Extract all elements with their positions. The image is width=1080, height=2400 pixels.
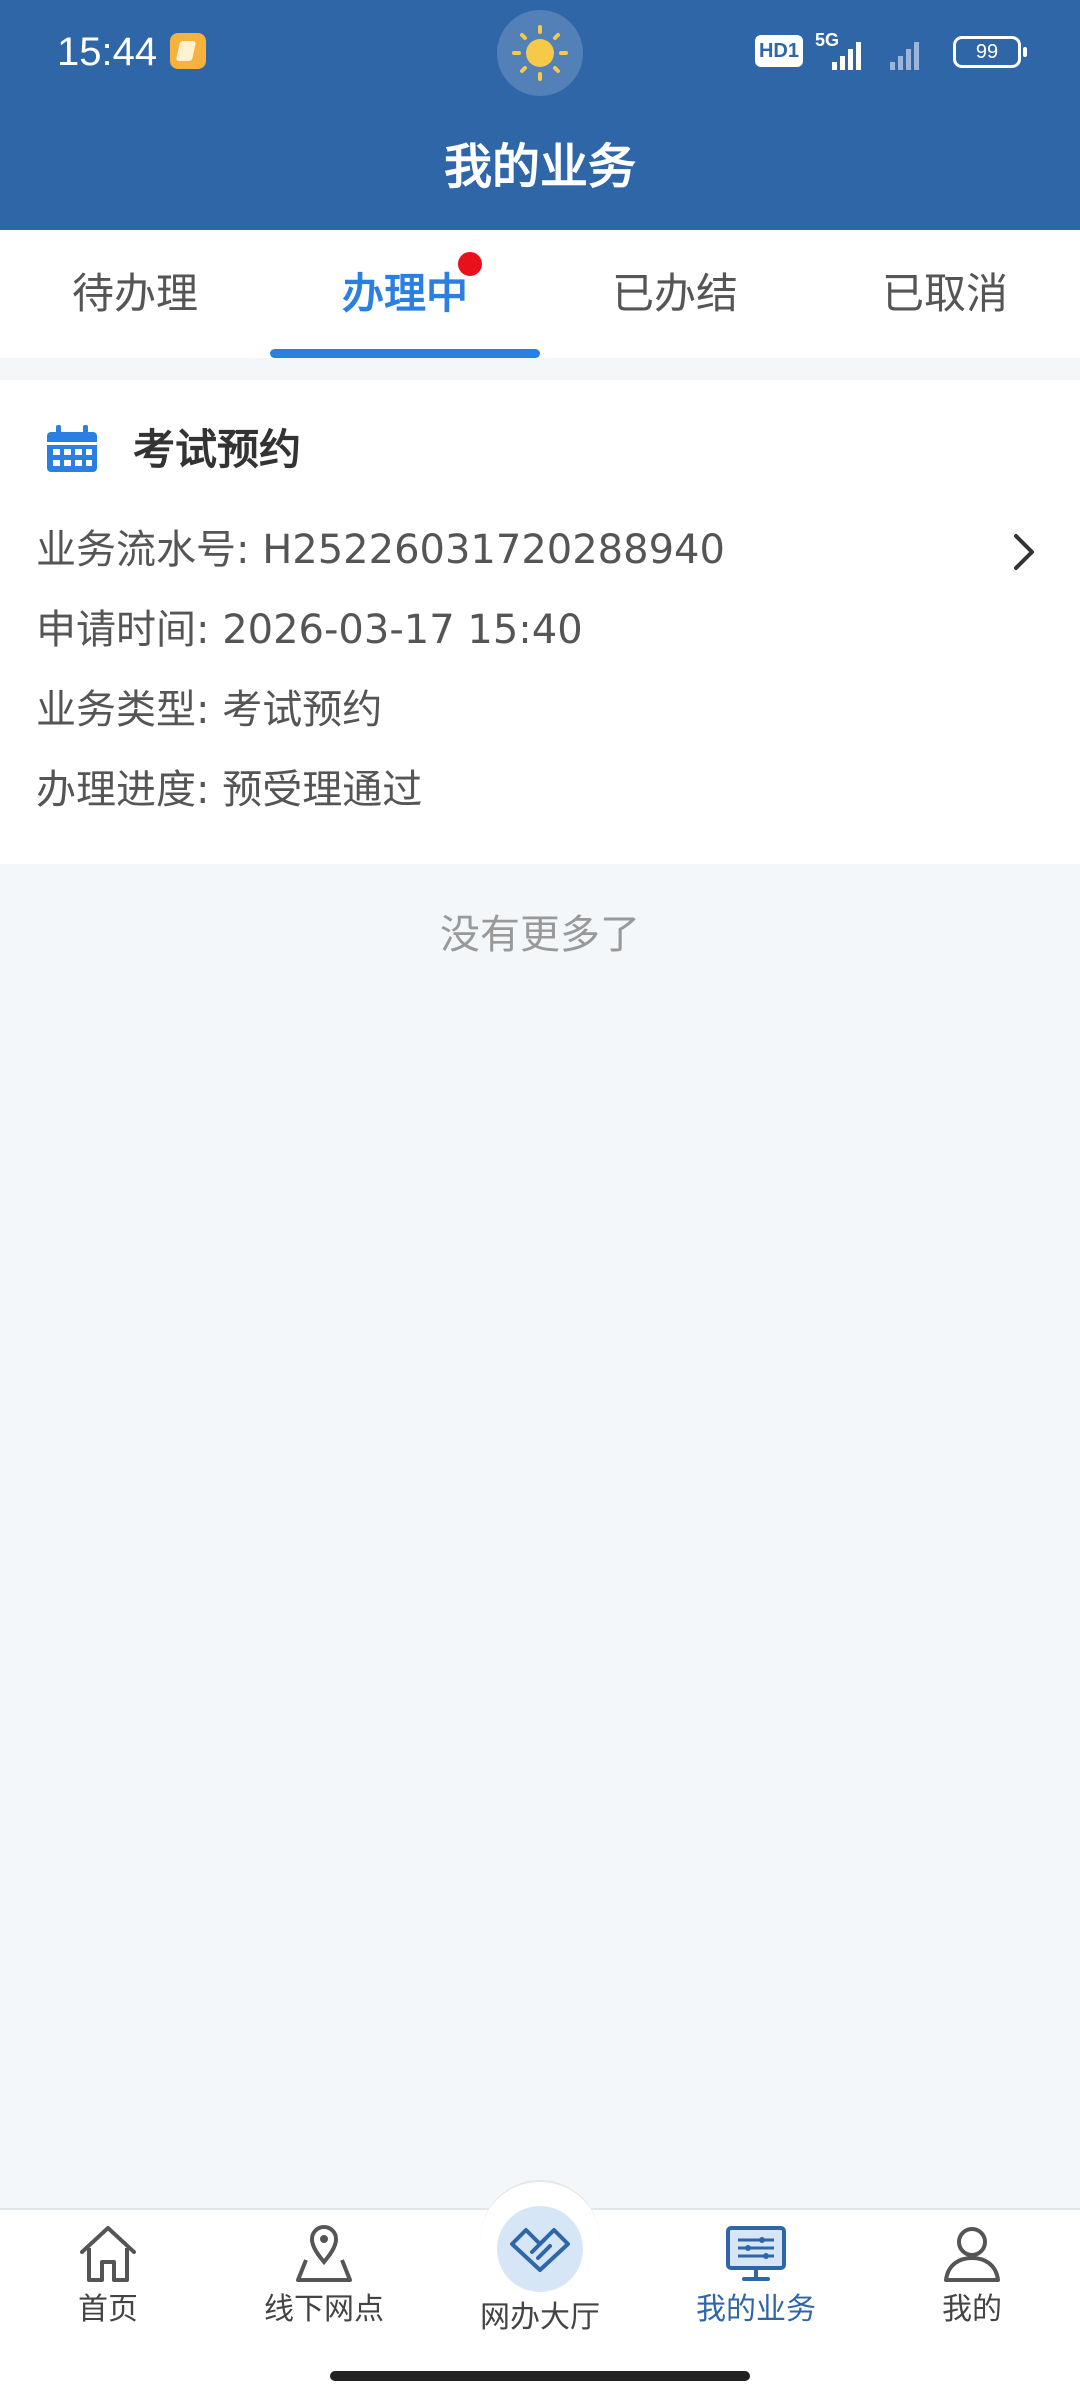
nav-online-hall[interactable]: 网办大厅 [432, 2206, 648, 2342]
brightness-icon [497, 10, 583, 96]
tab-pending[interactable]: 待办理 [0, 230, 270, 358]
app-header: 15:44 HD1 5G 99 我的业务 [0, 0, 1080, 230]
handshake-icon [510, 2228, 570, 2272]
nav-mine-label: 我的 [942, 2292, 1002, 2327]
nav-mine[interactable]: 我的 [864, 2222, 1080, 2342]
apply-time-value: 2026-03-17 15:40 [222, 607, 583, 653]
home-icon [80, 2226, 136, 2282]
business-type-value: 考试预约 [222, 687, 383, 733]
progress-value: 预受理通过 [222, 767, 423, 813]
status-time: 15:44 [57, 30, 158, 74]
business-card[interactable]: 考试预约 业务流水号: H25226031720288940 申请时间: 202… [0, 380, 1080, 864]
business-type-row: 业务类型: 考试预约 [36, 682, 382, 738]
nav-offline-outlets[interactable]: 线下网点 [216, 2222, 432, 2342]
tab-active-indicator [270, 349, 540, 358]
apply-time-label: 申请时间: [36, 607, 210, 653]
serial-number-label: 业务流水号: [36, 527, 250, 573]
notification-app-icon [170, 33, 206, 69]
calendar-icon [47, 425, 97, 472]
nav-online-hall-label: 网办大厅 [480, 2300, 600, 2335]
tab-in-progress-label: 办理中 [341, 269, 468, 318]
tab-bar: 待办理 办理中 已办结 已取消 [0, 230, 1080, 358]
tab-cancelled[interactable]: 已取消 [810, 230, 1080, 358]
business-type-label: 业务类型: [36, 687, 210, 733]
signal-icon [832, 42, 919, 70]
monitor-icon [726, 2226, 786, 2281]
list-end-text: 没有更多了 [440, 912, 640, 958]
apply-time-row: 申请时间: 2026-03-17 15:40 [36, 602, 583, 658]
battery-indicator: 99 [953, 36, 1027, 68]
map-pin-icon [296, 2225, 352, 2282]
serial-number-value: H25226031720288940 [262, 527, 725, 573]
user-icon [944, 2227, 1000, 2282]
nav-my-business[interactable]: 我的业务 [648, 2222, 864, 2342]
progress-row: 办理进度: 预受理通过 [36, 762, 422, 818]
nav-home[interactable]: 首页 [0, 2222, 216, 2342]
nav-home-label: 首页 [78, 2292, 138, 2327]
progress-label: 办理进度: [36, 767, 210, 813]
nav-my-business-label: 我的业务 [696, 2292, 816, 2327]
home-indicator[interactable] [330, 2371, 750, 2381]
new-badge-dot [458, 252, 482, 276]
card-title: 考试预约 [133, 425, 302, 474]
status-bar: 15:44 HD1 5G 99 [0, 0, 1080, 104]
tab-in-progress[interactable]: 办理中 [270, 230, 540, 358]
hd-badge: HD1 [755, 35, 803, 67]
chevron-right-icon[interactable] [1008, 530, 1038, 574]
serial-number-row: 业务流水号: H25226031720288940 [36, 522, 725, 578]
nav-offline-outlets-label: 线下网点 [264, 2292, 384, 2327]
page-title: 我的业务 [443, 139, 636, 195]
tab-completed[interactable]: 已办结 [540, 230, 810, 358]
